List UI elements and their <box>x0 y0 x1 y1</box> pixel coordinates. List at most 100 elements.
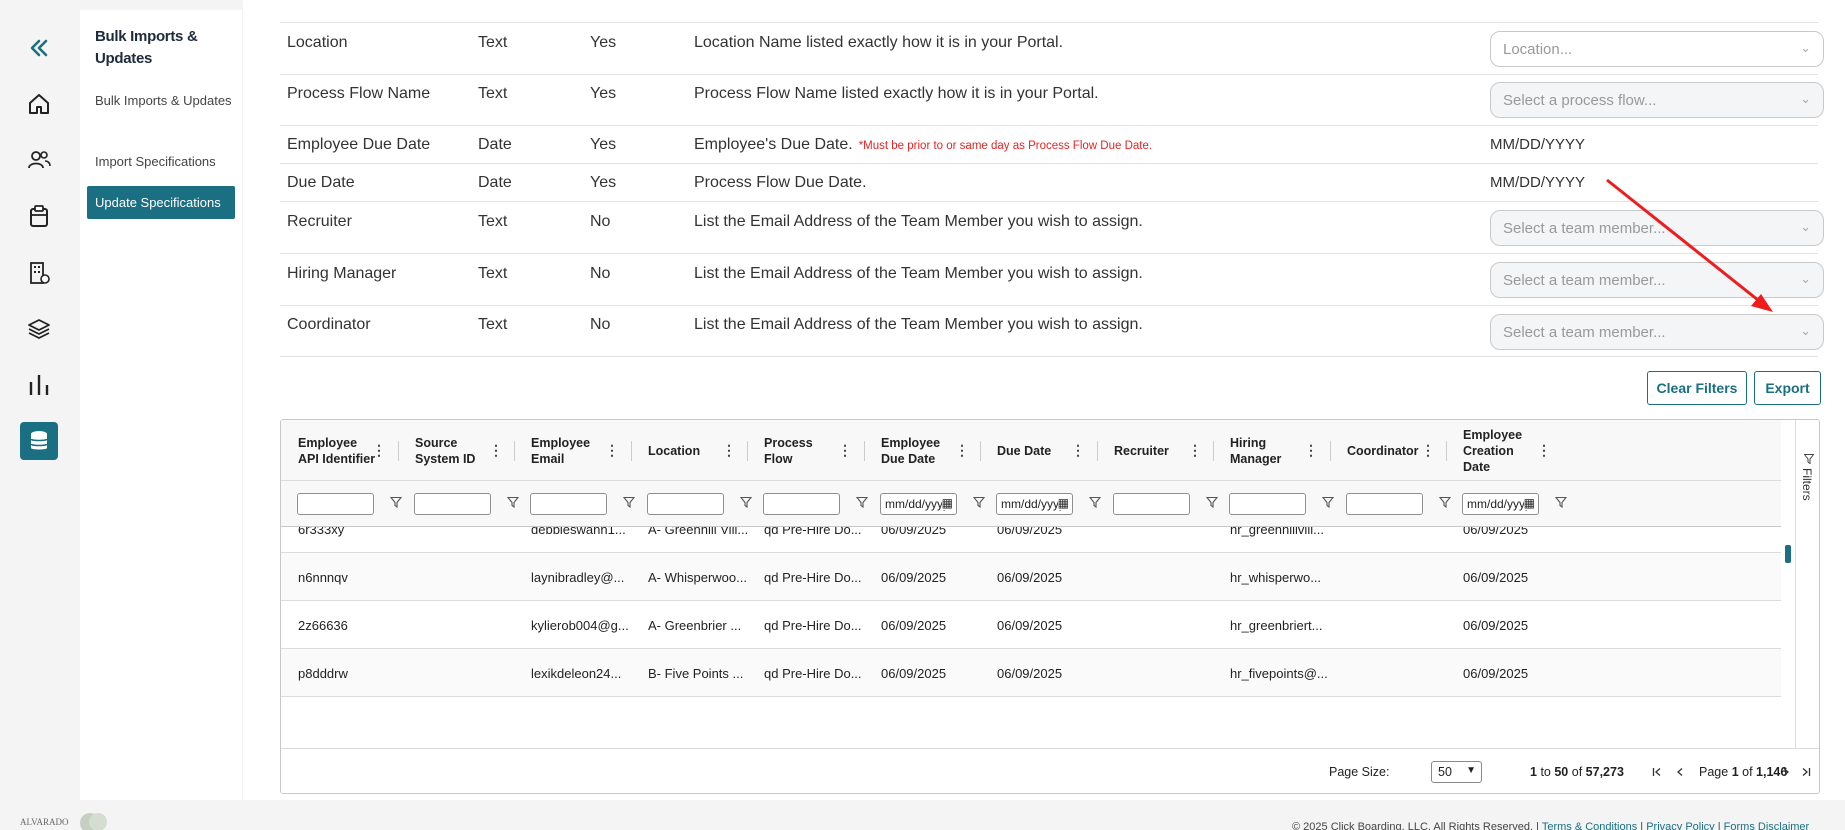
column-menu-icon[interactable]: ⋮ <box>1304 442 1318 458</box>
clipboard-icon[interactable] <box>20 197 58 235</box>
table-cell-source-system-id <box>398 601 515 649</box>
location-select[interactable]: Location... ⌄ <box>1490 31 1824 67</box>
coordinator-select[interactable]: Select a team member... ⌄ <box>1490 314 1824 350</box>
text-filter-input[interactable] <box>297 493 374 515</box>
chevron-down-icon: ⌄ <box>1800 40 1811 55</box>
last-page-icon[interactable] <box>1801 767 1811 777</box>
subnav-link-bulk-imports[interactable]: Bulk Imports & Updates <box>95 90 235 111</box>
column-separator[interactable] <box>631 441 632 461</box>
column-menu-icon[interactable]: ⋮ <box>722 442 736 458</box>
column-separator[interactable] <box>514 441 515 461</box>
text-filter-input[interactable] <box>1113 493 1190 515</box>
column-separator[interactable] <box>1330 441 1331 461</box>
filter-icon <box>1804 454 1814 464</box>
privacy-link[interactable]: Privacy Policy <box>1646 821 1714 830</box>
recruiter-select[interactable]: Select a team member... ⌄ <box>1490 210 1824 246</box>
text-filter-input[interactable] <box>763 493 840 515</box>
column-separator[interactable] <box>1446 441 1447 461</box>
database-icon[interactable] <box>20 422 58 460</box>
table-cell-location: B- Five Points ... <box>648 665 744 681</box>
column-menu-icon[interactable]: ⋮ <box>955 442 969 458</box>
text-filter-input[interactable] <box>647 493 724 515</box>
scrollbar-thumb[interactable] <box>1785 545 1791 563</box>
column-menu-icon[interactable]: ⋮ <box>838 442 852 458</box>
column-header-employee-due-date[interactable]: Employee Due Date ⋮ <box>864 420 981 481</box>
column-separator[interactable] <box>398 441 399 461</box>
grid-pagination: Page Size: 50 ▼ 1 to 50 of 57,273 Page 1… <box>281 748 1819 793</box>
column-menu-icon[interactable]: ⋮ <box>1188 442 1202 458</box>
layers-icon[interactable] <box>20 310 58 348</box>
page-label: Page <box>1699 765 1729 779</box>
home-icon[interactable] <box>20 85 58 123</box>
text-filter-input[interactable] <box>530 493 607 515</box>
text-filter-input[interactable] <box>1346 493 1423 515</box>
subnav-link-update-specifications[interactable]: Update Specifications <box>87 186 235 219</box>
filters-side-tab[interactable]: Filters <box>1795 420 1819 748</box>
column-menu-icon[interactable]: ⋮ <box>1421 442 1435 458</box>
column-header-recruiter[interactable]: Recruiter ⋮ <box>1097 420 1214 481</box>
column-separator[interactable] <box>1097 441 1098 461</box>
process-flow-select[interactable]: Select a process flow... ⌄ <box>1490 82 1824 118</box>
table-cell-employee-creation-date: 06/09/2025 <box>1463 617 1529 633</box>
table-cell-hiring-manager: hr_greenbriert... <box>1230 617 1323 633</box>
vertical-scrollbar[interactable] <box>1783 527 1791 748</box>
column-menu-icon[interactable]: ⋮ <box>1537 442 1551 458</box>
table-row[interactable]: n6nnnqv laynibradley@... A- Whisperwoo... q… <box>281 553 1781 601</box>
column-separator[interactable] <box>864 441 865 461</box>
column-menu-icon[interactable]: ⋮ <box>372 442 386 458</box>
column-filter-employee-creation-date: mm/dd/yyyy ▦ <box>1446 481 1567 527</box>
hiring-manager-select[interactable]: Select a team member... ⌄ <box>1490 262 1824 298</box>
column-menu-icon[interactable]: ⋮ <box>605 442 619 458</box>
column-header-location[interactable]: Location ⋮ <box>631 420 748 481</box>
next-page-icon[interactable] <box>1781 767 1791 777</box>
date-format-example: MM/DD/YYYY <box>1490 174 1586 191</box>
column-header-due-date[interactable]: Due Date ⋮ <box>980 420 1097 481</box>
terms-link[interactable]: Terms & Conditions <box>1542 821 1637 830</box>
subnav-link-import-specifications[interactable]: Import Specifications <box>95 151 235 172</box>
clear-filters-button[interactable]: Clear Filters <box>1647 371 1747 405</box>
first-page-icon[interactable] <box>1652 767 1662 777</box>
calendar-icon[interactable]: ▦ <box>1523 496 1535 510</box>
table-cell-recruiter <box>1097 553 1214 601</box>
table-cell-hiring-manager: hr_fivepoints@... <box>1230 665 1328 681</box>
collapse-icon[interactable] <box>20 29 58 67</box>
column-filter-employee-due-date: mm/dd/yyyy ▦ <box>864 481 985 527</box>
column-header-employee-api-identifier[interactable]: Employee API Identifier ⋮ <box>281 420 398 481</box>
table-row[interactable]: p8dddrw lexikdeleon24... B- Five Points ..… <box>281 649 1781 697</box>
column-header-employee-email[interactable]: Employee Email ⋮ <box>514 420 631 481</box>
column-menu-icon[interactable]: ⋮ <box>1071 442 1085 458</box>
column-separator[interactable] <box>747 441 748 461</box>
bar-chart-icon[interactable] <box>20 366 58 404</box>
filter-icon[interactable] <box>1555 496 1567 508</box>
column-header-source-system-id[interactable]: Source System ID ⋮ <box>398 420 515 481</box>
table-cell-employee-creation-date: 06/09/2025 <box>1463 569 1529 585</box>
column-header-process-flow[interactable]: Process Flow ⋮ <box>747 420 864 481</box>
text-filter-input[interactable] <box>414 493 491 515</box>
date-filter-input[interactable]: mm/dd/yyyy ▦ <box>880 493 957 515</box>
spec-field-type: Text <box>478 316 508 333</box>
table-row[interactable]: 2z66636 kylierob004@g... A- Greenbrier ...… <box>281 601 1781 649</box>
text-filter-input[interactable] <box>1229 493 1306 515</box>
forms-disclaimer-link[interactable]: Forms Disclaimer <box>1724 821 1810 830</box>
spec-field-name: Hiring Manager <box>287 265 397 282</box>
calendar-icon[interactable]: ▦ <box>941 496 953 510</box>
page-size-select[interactable]: 50 ▼ <box>1431 761 1482 783</box>
table-row[interactable]: 6r333xy debbieswann1... A- Greenhill Vill.… <box>281 527 1781 553</box>
column-separator[interactable] <box>1213 441 1214 461</box>
export-button[interactable]: Export <box>1754 371 1821 405</box>
previous-page-icon[interactable] <box>1675 767 1685 777</box>
date-filter-input[interactable]: mm/dd/yyyy ▦ <box>996 493 1073 515</box>
calendar-icon[interactable]: ▦ <box>1057 496 1069 510</box>
spec-row: Hiring Manager Text No List the Email Ad… <box>280 254 1824 306</box>
column-separator[interactable] <box>980 441 981 461</box>
icon-rail <box>0 0 78 800</box>
column-menu-icon[interactable]: ⋮ <box>489 442 503 458</box>
column-header-hiring-manager[interactable]: Hiring Manager ⋮ <box>1213 420 1330 481</box>
spec-field-name: Process Flow Name <box>287 85 431 102</box>
date-filter-input[interactable]: mm/dd/yyyy ▦ <box>1462 493 1539 515</box>
people-icon[interactable] <box>20 141 58 179</box>
building-icon[interactable] <box>20 254 58 292</box>
column-header-employee-creation-date[interactable]: Employee Creation Date ⋮ <box>1446 420 1563 481</box>
spec-field-description: List the Email Address of the Team Membe… <box>694 213 1143 230</box>
column-header-coordinator[interactable]: Coordinator ⋮ <box>1330 420 1447 481</box>
